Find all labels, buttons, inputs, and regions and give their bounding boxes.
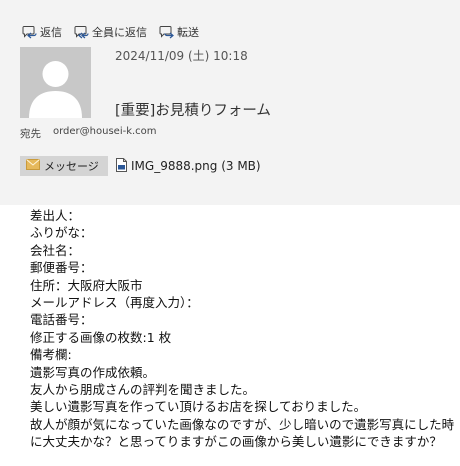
body-line: 住所：大阪府大阪市 — [30, 277, 143, 293]
body-line: 美しい遺影写真を作ってい頂けるお店を探しておりました。 — [30, 399, 367, 415]
body-line: 郵便番号： — [30, 260, 93, 276]
body-line: 修正する画像の枚数:1 枚 — [30, 329, 172, 345]
forward-button[interactable]: 転送 — [159, 24, 199, 40]
reply-icon — [22, 25, 38, 39]
body-line: 会社名： — [30, 242, 81, 258]
attachment-file[interactable]: IMG_9888.png (3 MB) — [116, 157, 261, 175]
forward-icon — [159, 25, 175, 39]
reply-all-label: 全員に返信 — [92, 26, 147, 39]
sender-avatar — [20, 47, 91, 118]
message-toolbar: 返信 全員に返信 転送 — [22, 22, 199, 42]
message-tab[interactable]: メッセージ — [20, 156, 108, 176]
recipient-address[interactable]: order@housei-k.com — [53, 126, 157, 141]
attachment-bar: メッセージ IMG_9888.png (3 MB) — [20, 156, 261, 176]
message-body: 差出人： ふりがな： 会社名： 郵便番号： 住所：大阪府大阪市 メールアドレス（… — [30, 207, 455, 451]
reply-all-button[interactable]: 全員に返信 — [74, 24, 147, 40]
body-line: 友人から朋成さんの評判を聞きました。 — [30, 382, 256, 398]
to-label: 宛先 — [20, 128, 41, 140]
message-subject: [重要]お見積りフォーム — [115, 103, 271, 119]
body-line: 遺影写真の作成依頼。 — [30, 364, 156, 380]
body-line: 電話番号： — [30, 312, 93, 328]
recipient-row: 宛先 order@housei-k.com — [20, 126, 157, 141]
body-line: 故人が顔が気になっていた画像なのですが、少し暗いので遺影写真にした時に大丈夫かな… — [30, 416, 455, 450]
body-line: メールアドレス（再度入力）： — [30, 295, 199, 311]
person-icon — [20, 47, 91, 118]
body-line: 差出人： — [30, 208, 81, 223]
message-tab-label: メッセージ — [44, 160, 99, 173]
file-icon — [116, 157, 127, 175]
attachment-file-name: IMG_9888.png (3 MB) — [131, 159, 261, 173]
reply-button[interactable]: 返信 — [22, 24, 62, 40]
reply-all-icon — [74, 25, 90, 39]
body-line: ふりがな： — [30, 225, 93, 241]
reply-label: 返信 — [40, 26, 62, 39]
message-date: 2024/11/09 (土) 10:18 — [115, 49, 248, 63]
body-line: 備考欄: — [30, 347, 72, 363]
envelope-icon — [26, 159, 40, 173]
forward-label: 転送 — [177, 26, 199, 39]
